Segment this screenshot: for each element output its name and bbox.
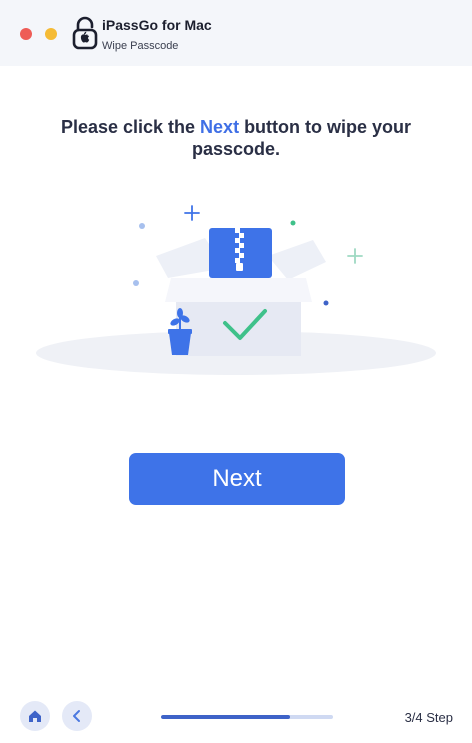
sparkle-plus-icon [347, 248, 363, 264]
app-title: iPassGo for Mac [102, 17, 212, 33]
sparkle-dot [139, 223, 145, 229]
sparkle-dot [133, 280, 139, 286]
instruction-text: Please click the Next button to wipe you… [20, 116, 452, 160]
instruction-text-before: Please click the [60, 117, 201, 137]
box-lid-front [165, 278, 312, 302]
next-button[interactable]: Next [129, 453, 345, 505]
back-button[interactable] [62, 701, 92, 731]
sparkle-dot [290, 220, 296, 226]
close-window-button[interactable] [20, 28, 32, 40]
sparkle-plus-icon [184, 205, 200, 221]
home-button[interactable] [20, 701, 50, 731]
home-icon [29, 710, 41, 722]
box-right-flap [268, 240, 326, 280]
title-bar: iPassGo for Mac Wipe Passcode [0, 0, 472, 66]
lock-icon [72, 16, 98, 50]
chevron-left-icon [73, 710, 80, 722]
open-box-illustration [36, 205, 436, 375]
app-window: iPassGo for Mac Wipe Passcode Please cli… [0, 0, 472, 743]
page-subtitle: Wipe Passcode [102, 40, 179, 52]
step-progress-fill [161, 715, 290, 719]
footer: 3/4 Step [0, 695, 472, 743]
instruction-text-highlight: Next [200, 117, 240, 137]
sparkle-dot [323, 300, 329, 306]
step-progress-bar [161, 715, 333, 719]
box-body [176, 302, 301, 356]
minimize-window-button[interactable] [45, 28, 57, 40]
step-label: 3/4 Step [404, 710, 453, 725]
